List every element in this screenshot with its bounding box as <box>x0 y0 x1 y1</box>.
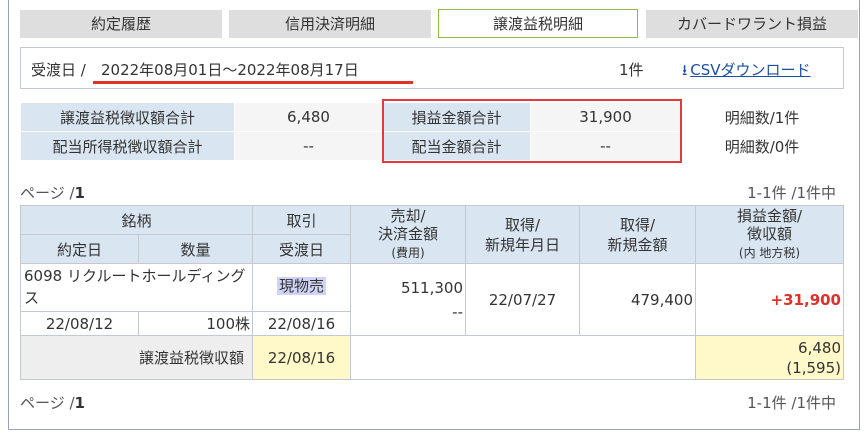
tax-amount: 6,480 (1,595) <box>695 335 844 380</box>
csv-download-link[interactable]: ⭳ CSVダウンロード <box>682 59 811 85</box>
col-acq-date: 取得/新規年月日 <box>465 205 580 264</box>
pager-range: 1-1件 /1件中 <box>747 394 836 412</box>
date-range-text: 2022年08月01日～2022年08月17日 <box>101 61 359 79</box>
tax-row: 譲渡益税徴収額 22/08/16 6,480 (1,595) <box>20 335 844 380</box>
tab-bar: 約定履歴 信用決済明細 譲渡益税明細 カバードワラント損益 <box>20 8 858 38</box>
detail-count: 明細数/1件 <box>680 102 844 132</box>
summary-value: 6,480 <box>234 102 383 132</box>
acq-amount: 479,400 <box>579 263 696 336</box>
tab-margin-settlement[interactable]: 信用決済明細 <box>229 10 431 38</box>
highlight-box <box>382 99 682 163</box>
pager-info: ページ /1 <box>20 394 85 412</box>
contract-date: 22/08/12 <box>20 311 139 336</box>
date-range-underline <box>93 81 413 84</box>
col-acq-amount: 取得/新規金額 <box>579 205 696 264</box>
stock-name: 6098 リクルートホールディングス <box>20 263 253 312</box>
summary-label: 配当所得税徴収額合計 <box>20 131 235 161</box>
profit-loss: +31,900 <box>695 263 844 336</box>
tax-date: 22/08/16 <box>252 335 351 380</box>
col-contract-date: 約定日 <box>20 234 139 264</box>
detail-count: 明細数/0件 <box>680 131 844 161</box>
date-filter-panel: 受渡日 / 2022年08月01日～2022年08月17日 1件 ⭳ CSVダウン… <box>20 47 844 89</box>
col-stock: 銘柄 <box>20 205 253 235</box>
pager-info: ページ /1 <box>20 184 85 202</box>
summary-label: 譲渡益税徴収額合計 <box>20 102 235 132</box>
tax-empty <box>350 335 696 380</box>
col-quantity: 数量 <box>138 234 253 264</box>
result-count: 1件 <box>619 61 644 79</box>
tab-contract-history[interactable]: 約定履歴 <box>20 10 222 38</box>
tab-covered-warrant[interactable]: カバードワラント損益 <box>646 10 858 38</box>
col-sale-amount: 売却/決済金額 (費用) <box>350 205 466 264</box>
summary-value: -- <box>234 131 383 161</box>
table-row: 6098 リクルートホールディングス 現物売 511,300 -- 22/07/2… <box>20 263 844 336</box>
header-row: 銘柄 取引 売却/決済金額 (費用) 取得/新規年月日 取得/新規金額 損益金額/… <box>20 205 844 264</box>
date-filter-label: 受渡日 / <box>31 61 86 79</box>
trade-type: 現物売 <box>252 263 351 312</box>
quantity: 100株 <box>138 311 253 336</box>
col-trade: 取引 <box>252 205 351 235</box>
tab-capital-gains-tax[interactable]: 譲渡益税明細 <box>438 9 638 38</box>
detail-table: 銘柄 取引 売却/決済金額 (費用) 取得/新規年月日 取得/新規金額 損益金額/… <box>20 205 844 380</box>
download-icon: ⭳ <box>682 61 688 79</box>
tax-label: 譲渡益税徴収額 <box>20 335 253 380</box>
sale-amount: 511,300 -- <box>350 263 466 336</box>
col-profit-loss: 損益金額/徴収額 (内 地方税) <box>695 205 844 264</box>
col-settle-date: 受渡日 <box>252 234 351 264</box>
acq-date: 22/07/27 <box>465 263 580 336</box>
pager-range: 1-1件 /1件中 <box>747 184 836 202</box>
settle-date: 22/08/16 <box>252 311 351 336</box>
